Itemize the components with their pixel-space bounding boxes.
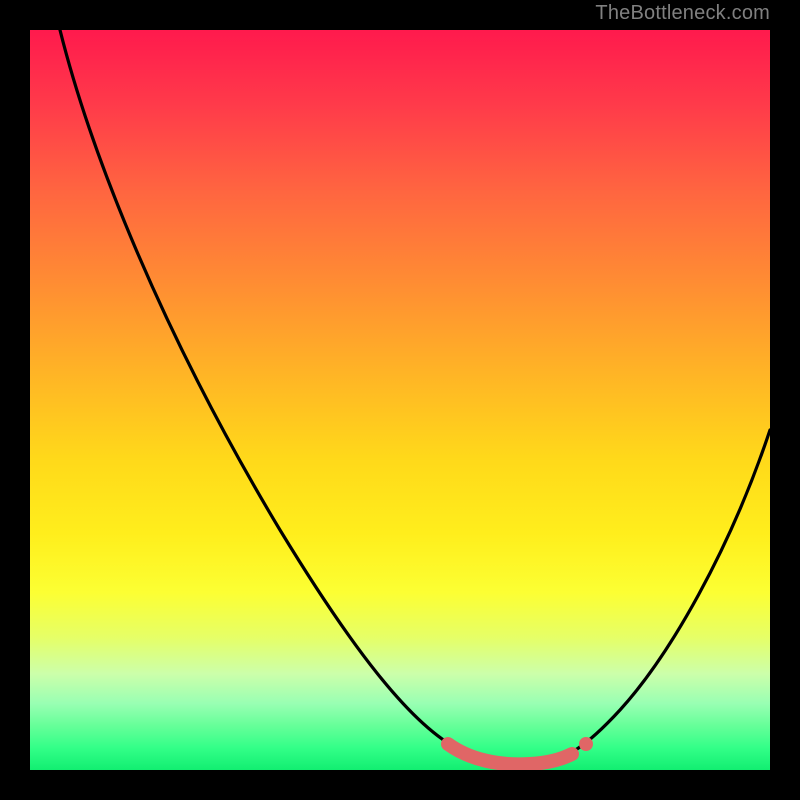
- chart-frame: TheBottleneck.com: [0, 0, 800, 800]
- marker-end-dot: [579, 737, 593, 751]
- bottleneck-curve: [30, 30, 770, 770]
- marker-segment: [448, 744, 572, 764]
- curve-path: [60, 30, 770, 763]
- plot-area: [30, 30, 770, 770]
- watermark-text: TheBottleneck.com: [595, 2, 770, 25]
